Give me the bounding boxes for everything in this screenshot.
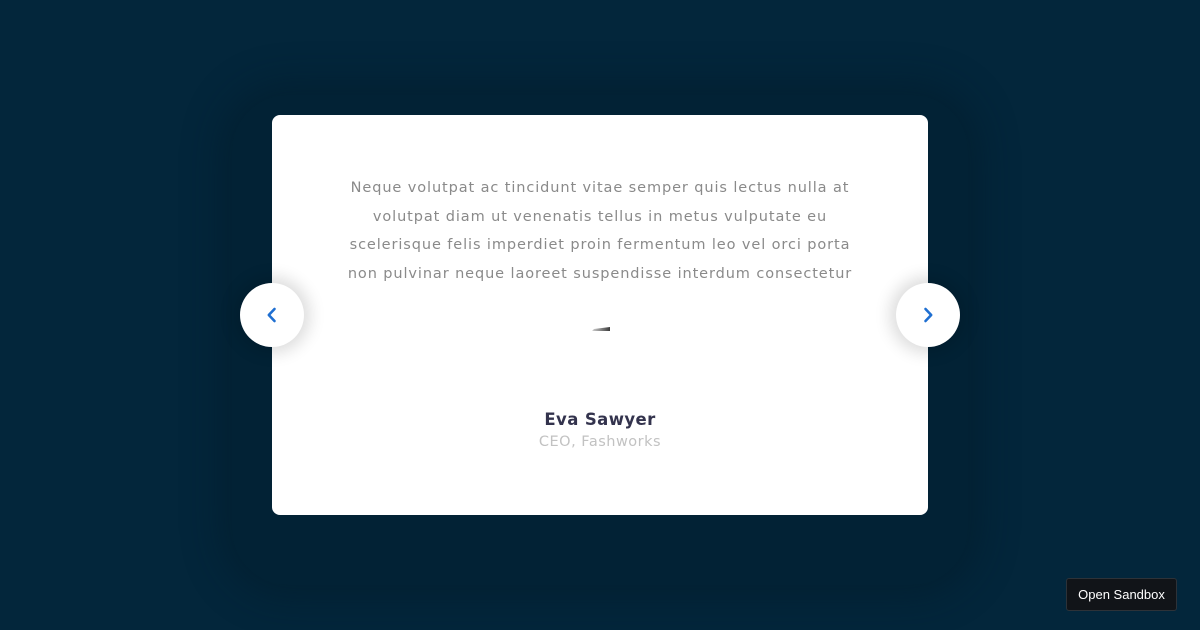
testimonial-quote: Neque volutpat ac tincidunt vitae semper… [347, 180, 853, 282]
previous-button[interactable] [240, 283, 304, 347]
page-background: Neque volutpat ac tincidunt vitae semper… [0, 0, 1200, 630]
open-sandbox-button[interactable]: Open Sandbox [1066, 578, 1177, 611]
chevron-left-icon [265, 306, 279, 324]
author-role: CEO, Fashworks [538, 434, 662, 450]
next-button[interactable] [896, 283, 960, 347]
chevron-right-icon [921, 306, 935, 324]
author-avatar [590, 327, 610, 331]
author-name: Eva Sawyer [544, 410, 656, 429]
